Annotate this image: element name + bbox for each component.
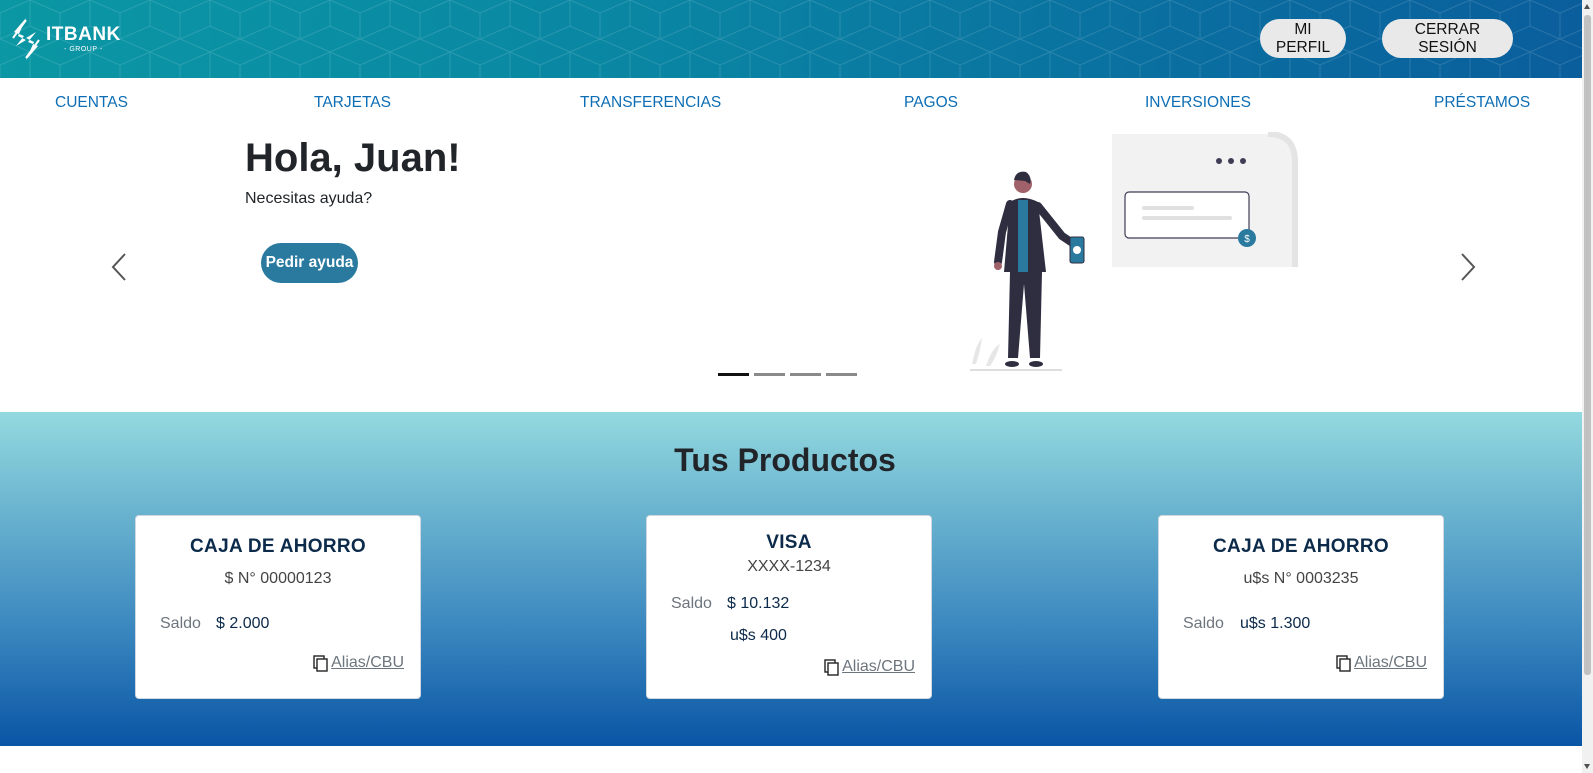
scroll-down-arrow-icon[interactable]: [1584, 764, 1590, 769]
card-title: CAJA DE AHORRO: [190, 536, 366, 557]
nav-item-tarjetas[interactable]: TARJETAS: [314, 94, 391, 112]
itbank-logo[interactable]: ITBANK - GROUP -: [10, 16, 121, 62]
balance-value: $ 10.132: [727, 595, 790, 612]
alias-cbu-text[interactable]: Alias/CBU: [842, 658, 915, 676]
product-card-savings-usd[interactable]: CAJA DE AHORRO u$s N° 0003235 Saldo u$s …: [1158, 515, 1444, 699]
page-scrollbar[interactable]: [1582, 0, 1593, 773]
scrollbar-thumb[interactable]: [1584, 15, 1591, 675]
main-nav: CUENTAS TARJETAS TRANSFERENCIAS PAGOS IN…: [0, 94, 1582, 118]
copy-icon: [313, 654, 328, 672]
hero-title: Hola, Juan!: [245, 136, 461, 180]
help-button[interactable]: Pedir ayuda: [261, 243, 358, 283]
svg-text:$: $: [1244, 234, 1250, 245]
alias-cbu-text[interactable]: Alias/CBU: [1354, 654, 1427, 672]
product-card-visa[interactable]: VISA XXXX-1234 Saldo $ 10.132 u$s 400 Al…: [646, 515, 932, 699]
chevron-left-icon[interactable]: [108, 252, 130, 282]
products-title: Tus Productos: [674, 442, 896, 478]
balance-label: Saldo: [671, 595, 712, 612]
balance-value: $ 2.000: [216, 615, 270, 632]
logout-button[interactable]: CERRAR SESIÓN: [1382, 19, 1513, 58]
carousel-indicator-4[interactable]: [826, 373, 857, 376]
chevron-right-icon[interactable]: [1457, 252, 1479, 282]
products-section: Tus Productos CAJA DE AHORRO $ N° 000001…: [0, 412, 1582, 746]
card-account-number: u$s N° 0003235: [1243, 570, 1359, 587]
balance-label: Saldo: [160, 615, 201, 632]
carousel-indicator-3[interactable]: [790, 373, 821, 376]
nav-item-transferencias[interactable]: TRANSFERENCIAS: [580, 94, 721, 112]
balance-usd-value: u$s 400: [730, 627, 787, 644]
logo-text: ITBANK: [46, 24, 121, 45]
nav-item-inversiones[interactable]: INVERSIONES: [1145, 94, 1251, 112]
balance-label: Saldo: [1183, 615, 1224, 632]
alias-cbu-link[interactable]: Alias/CBU: [1336, 654, 1427, 672]
profile-button[interactable]: MI PERFIL: [1260, 19, 1346, 58]
carousel-indicator-2[interactable]: [754, 373, 785, 376]
carousel-indicator-1[interactable]: [718, 373, 749, 376]
card-title: VISA: [766, 532, 812, 553]
copy-icon: [1336, 654, 1351, 672]
nav-item-cuentas[interactable]: CUENTAS: [55, 94, 128, 112]
person-phone-illustration: $: [970, 132, 1298, 371]
product-card-savings-ars[interactable]: CAJA DE AHORRO $ N° 00000123 Saldo $ 2.0…: [135, 515, 421, 699]
carousel-indicators: [718, 373, 857, 376]
copy-icon: [824, 658, 839, 676]
alias-cbu-link[interactable]: Alias/CBU: [824, 658, 915, 676]
nav-item-prestamos[interactable]: PRÉSTAMOS: [1434, 94, 1530, 112]
alias-cbu-link[interactable]: Alias/CBU: [313, 654, 404, 672]
logo-subtext: - GROUP -: [64, 46, 103, 53]
card-title: CAJA DE AHORRO: [1213, 536, 1389, 557]
nav-item-pagos[interactable]: PAGOS: [904, 94, 958, 112]
alias-cbu-text[interactable]: Alias/CBU: [331, 654, 404, 672]
hero-subtitle: Necesitas ayuda?: [245, 190, 373, 207]
card-number: XXXX-1234: [747, 558, 831, 575]
scroll-up-arrow-icon[interactable]: [1584, 4, 1590, 9]
hero-carousel: Hola, Juan! Necesitas ayuda? Pedir ayuda…: [0, 130, 1582, 410]
page-footer-strip: [0, 746, 1582, 773]
card-account-number: $ N° 00000123: [224, 570, 332, 587]
balance-value: u$s 1.300: [1240, 615, 1311, 632]
itbank-logo-icon: [12, 18, 40, 60]
top-header: ITBANK - GROUP - MI PERFIL CERRAR SESIÓN: [0, 0, 1582, 78]
